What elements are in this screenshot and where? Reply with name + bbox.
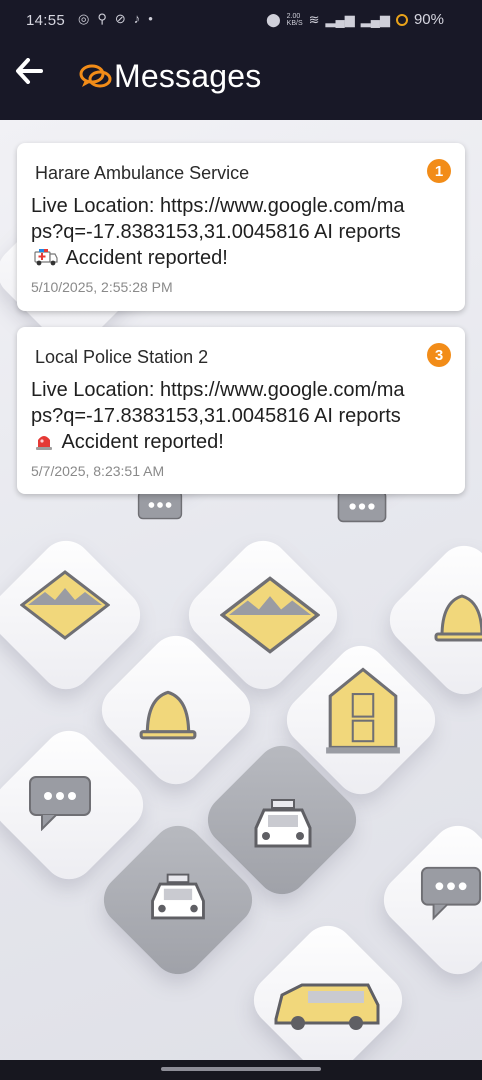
arrow-left-icon (16, 58, 43, 84)
chat-bubble-icon (29, 776, 91, 831)
message-text: Live Location: https://www.google.com/ma… (31, 379, 405, 453)
title-group: Messages (78, 58, 261, 95)
whatsapp-icon: ◎ (78, 11, 90, 26)
tiktok-icon: ♪ (133, 11, 141, 26)
taxi-icon (151, 873, 205, 920)
page-title: Messages (114, 58, 262, 94)
road-sign-icon (20, 570, 110, 640)
system-nav-bar (0, 1060, 482, 1080)
taxi-icon (254, 799, 312, 848)
location-icon: ⬤ (266, 11, 281, 27)
police-light-icon (36, 436, 52, 450)
sender-name: Harare Ambulance Service (35, 163, 250, 183)
signal-icon: ▂▄▆ (325, 11, 355, 27)
message-timestamp: 5/7/2025, 8:23:51 AM (31, 463, 165, 479)
app-bar: Messages (0, 42, 482, 120)
road-sign-icon (220, 576, 320, 654)
building-icon (326, 667, 400, 754)
message-text: Live Location: https://www.google.com/ma… (31, 195, 405, 269)
back-button[interactable] (12, 54, 46, 88)
status-time: 14:55 (26, 12, 66, 29)
home-gesture-handle[interactable] (161, 1067, 321, 1071)
chat-bubble-icon (420, 866, 482, 921)
message-card[interactable]: Harare Ambulance Service 1 Live Location… (17, 143, 465, 311)
sender-name: Local Police Station 2 (35, 347, 209, 367)
ambulance-icon (34, 249, 58, 266)
chat-bubble-icon (337, 490, 387, 523)
message-timestamp: 5/10/2025, 2:55:28 PM (31, 279, 173, 295)
battery-level: 90% (413, 11, 444, 28)
unread-badge: 3 (427, 343, 451, 367)
wifi-icon: ≋ (308, 11, 320, 27)
network-speed: 2.00 KB/S (286, 12, 303, 27)
van-icon (274, 983, 380, 1030)
battery-icon (395, 13, 408, 26)
unread-badge: 1 (427, 159, 451, 183)
signal-icon-2: ▂▄▆ (360, 11, 390, 27)
status-bar: 14:55 ◎ ⚲ ⊘ ♪ • ⬤ 2.00 KB/S ≋ ▂▄▆ ▂▄▆ 90… (0, 0, 482, 42)
notification-icons: ◎ ⚲ ⊘ ♪ • (78, 11, 153, 27)
chat-bubbles-icon (79, 64, 112, 87)
dot-icon: • (148, 11, 153, 26)
bell-icon (434, 594, 482, 642)
message-card[interactable]: Local Police Station 2 3 Live Location: … (17, 327, 465, 494)
system-icons: ⬤ 2.00 KB/S ≋ ▂▄▆ ▂▄▆ 90% (266, 11, 444, 28)
bell-icon (139, 690, 197, 740)
walk-icon: ⚲ (97, 11, 107, 26)
check-circle-icon: ⊘ (114, 11, 126, 26)
chat-bubble-icon (137, 490, 183, 520)
